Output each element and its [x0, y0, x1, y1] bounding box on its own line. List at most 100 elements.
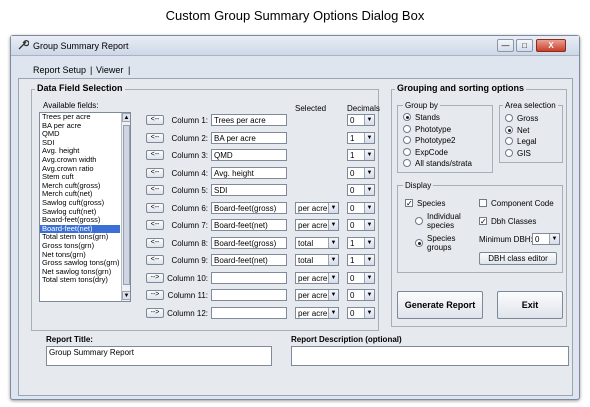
column-field-input[interactable]: SDI	[211, 184, 287, 196]
minimum-dbh-value: 0	[535, 235, 540, 244]
individual-species-label-1: Individual	[427, 212, 461, 221]
report-description-input[interactable]	[291, 346, 569, 366]
species-checkbox[interactable]: ✓	[405, 199, 413, 208]
column-label: Column 9:	[171, 256, 208, 265]
column-decimals-select[interactable]: 0 ▼	[347, 289, 375, 301]
component-code-checkbox[interactable]	[479, 199, 487, 207]
area-radio[interactable]	[505, 148, 513, 157]
column-arrow-button[interactable]: <--	[146, 132, 164, 143]
column-per-value: per acre	[298, 221, 328, 230]
column-decimals-value: 0	[350, 203, 355, 213]
chevron-down-icon: ▼	[364, 290, 374, 300]
column-field-input[interactable]: Board-feet(gross)	[211, 201, 287, 214]
column-arrow-button[interactable]: <--	[146, 202, 164, 213]
exit-button[interactable]: Exit	[497, 291, 563, 319]
column-arrow-button[interactable]: <--	[146, 237, 164, 248]
group-by-radio[interactable]	[403, 159, 411, 167]
column-decimals-select[interactable]: 1 ▼	[347, 131, 375, 144]
column-label: Column 1:	[171, 116, 208, 125]
field-list-item[interactable]: Total stem tons(dry)	[40, 276, 120, 285]
display-title: Display	[403, 181, 434, 190]
area-label: Net	[517, 125, 530, 135]
column-arrow-button[interactable]: <--	[146, 115, 164, 125]
column-arrow-button[interactable]: <--	[146, 255, 164, 265]
group-by-radio[interactable]	[403, 147, 411, 156]
column-label: Column 3:	[171, 151, 208, 160]
maximize-button[interactable]: □	[516, 39, 533, 52]
column-field-input[interactable]	[211, 271, 287, 284]
column-decimals-select[interactable]: 0 ▼	[347, 219, 375, 231]
chevron-down-icon: ▼	[364, 167, 374, 178]
column-per-select[interactable]: total ▼	[295, 236, 339, 249]
column-field-input[interactable]: Board-feet(gross)	[211, 236, 287, 249]
column-per-select[interactable]: per acre ▼	[295, 271, 339, 284]
column-arrow-button[interactable]: <--	[146, 167, 164, 178]
column-decimals-select[interactable]: 1 ▼	[347, 236, 375, 249]
dbh-classes-checkbox[interactable]: ✓	[479, 217, 487, 226]
tab-content: Data Field Selection Available fields: T…	[18, 78, 573, 396]
group-by-radio[interactable]	[403, 113, 411, 121]
individual-species-radio[interactable]	[415, 217, 423, 225]
area-radio[interactable]	[505, 125, 513, 134]
chevron-down-icon: ▼	[328, 220, 338, 230]
column-decimals-value: 1	[350, 256, 355, 265]
chevron-down-icon: ▼	[328, 272, 338, 283]
available-fields-list[interactable]: Trees per acre BA per acre QMD SDI Avg. heig…	[39, 112, 131, 302]
column-per-select[interactable]: per acre ▼	[295, 219, 339, 231]
column-decimals-select[interactable]: 1 ▼	[347, 149, 375, 161]
column-decimals-select[interactable]: 0 ▼	[347, 306, 375, 319]
column-label: Column 10:	[167, 273, 208, 283]
column-per-select[interactable]: per acre ▼	[295, 201, 339, 214]
generate-report-button[interactable]: Generate Report	[397, 291, 483, 319]
column-arrow-button[interactable]: -->	[146, 272, 164, 283]
scroll-thumb[interactable]	[123, 125, 130, 285]
title-bar[interactable]: Group Summary Report — □ X	[11, 36, 579, 56]
area-radio[interactable]	[505, 114, 513, 122]
column-field-input[interactable]: Avg. height	[211, 166, 287, 179]
column-label: Column 7:	[171, 221, 208, 230]
tab-report-setup[interactable]: Report Setup	[33, 65, 86, 75]
species-groups-radio[interactable]	[415, 239, 423, 247]
area-selection-title: Area selection	[503, 101, 558, 110]
group-by-label: Stands	[415, 113, 440, 122]
report-title-input[interactable]: Group Summary Report	[46, 346, 272, 366]
column-arrow-button[interactable]: -->	[146, 290, 164, 300]
column-decimals-select[interactable]: 1 ▼	[347, 254, 375, 266]
column-field-input[interactable]	[211, 289, 287, 301]
column-field-input[interactable]: Board-feet(net)	[211, 219, 287, 231]
group-by-radio[interactable]	[403, 136, 411, 144]
column-field-input[interactable]: Board-feet(net)	[211, 254, 287, 266]
close-button[interactable]: X	[536, 39, 566, 52]
column-field-input[interactable]: QMD	[211, 149, 287, 161]
chevron-down-icon: ▼	[328, 290, 338, 300]
column-field-input[interactable]: BA per acre	[211, 131, 287, 144]
area-radio[interactable]	[505, 137, 513, 145]
minimize-button[interactable]: —	[497, 39, 514, 52]
scroll-up-icon[interactable]: ▲	[122, 113, 130, 122]
component-code-label: Component Code	[491, 199, 554, 208]
column-decimals-select[interactable]: 0 ▼	[347, 184, 375, 196]
column-per-select[interactable]: per acre ▼	[295, 306, 339, 319]
column-per-value: total	[298, 238, 314, 248]
column-per-select[interactable]: total ▼	[295, 254, 339, 266]
column-field-input[interactable]	[211, 306, 287, 319]
dbh-class-editor-button[interactable]: DBH class editor	[479, 252, 557, 265]
chevron-down-icon: ▼	[328, 237, 338, 248]
column-arrow-button[interactable]: <--	[146, 220, 164, 230]
column-decimals-value: 0	[350, 221, 355, 230]
fields-scrollbar[interactable]: ▲ ▼	[121, 113, 130, 301]
column-field-input[interactable]: Trees per acre	[211, 114, 287, 126]
group-by-radio[interactable]	[403, 124, 411, 133]
column-decimals-select[interactable]: 0 ▼	[347, 114, 375, 126]
minimum-dbh-select[interactable]: 0 ▼	[532, 233, 560, 245]
tab-viewer[interactable]: Viewer	[96, 65, 123, 75]
scroll-down-icon[interactable]: ▼	[122, 291, 130, 300]
column-decimals-select[interactable]: 0 ▼	[347, 271, 375, 284]
column-arrow-button[interactable]: -->	[146, 307, 164, 318]
column-per-select[interactable]: per acre ▼	[295, 289, 339, 301]
column-decimals-select[interactable]: 0 ▼	[347, 166, 375, 179]
column-arrow-button[interactable]: <--	[146, 150, 164, 160]
column-decimals-select[interactable]: 0 ▼	[347, 201, 375, 214]
report-title-label: Report Title:	[46, 335, 93, 344]
column-arrow-button[interactable]: <--	[146, 185, 164, 195]
